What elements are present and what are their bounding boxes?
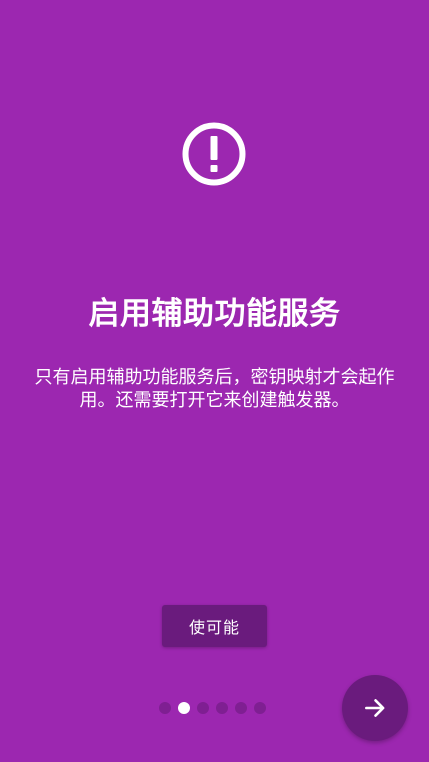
page-description: 只有启用辅助功能服务后，密钥映射才会起作用。还需要打开它来创建触发器。	[34, 367, 395, 411]
page-title: 启用辅助功能服务	[88, 296, 341, 332]
page-dot-6[interactable]	[254, 702, 266, 714]
intro-screen: 启用辅助功能服务 只有启用辅助功能服务后，密钥映射才会起作用。还需要打开它来创建…	[0, 0, 429, 762]
page-dot-1[interactable]	[159, 702, 171, 714]
page-dot-4[interactable]	[216, 702, 228, 714]
page-indicator	[159, 701, 266, 715]
page-dot-2-active[interactable]	[178, 702, 190, 714]
enable-button[interactable]: 使可能	[162, 605, 267, 647]
page-dot-3[interactable]	[197, 702, 209, 714]
page-dot-5[interactable]	[235, 702, 247, 714]
next-button[interactable]	[342, 675, 408, 741]
arrow-right-icon	[365, 699, 385, 717]
alert-circle-icon	[182, 122, 246, 186]
